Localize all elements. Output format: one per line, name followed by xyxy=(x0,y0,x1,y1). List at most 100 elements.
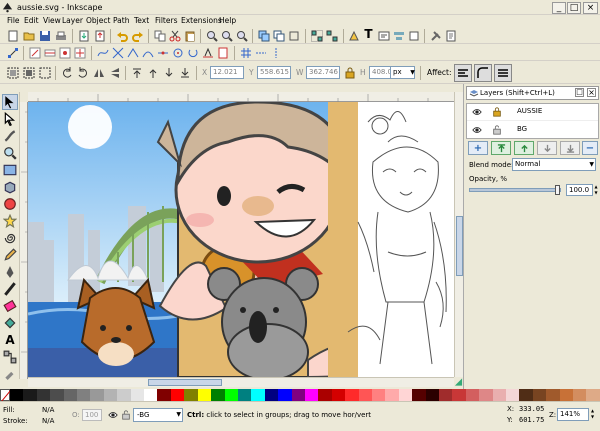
menu-object[interactable]: Object xyxy=(86,15,110,27)
cut-icon[interactable] xyxy=(168,29,181,42)
clone-icon[interactable] xyxy=(272,29,285,42)
layer-name[interactable]: AUSSIE xyxy=(517,107,542,115)
no-paint-swatch[interactable] xyxy=(0,389,12,403)
color-swatch[interactable] xyxy=(211,389,225,401)
align-distribute-icon[interactable] xyxy=(392,29,405,42)
color-swatch[interactable] xyxy=(237,389,252,401)
color-swatch[interactable] xyxy=(331,389,346,401)
snap-grid-icon[interactable] xyxy=(239,46,252,59)
color-swatch[interactable] xyxy=(546,389,560,401)
node-tool-icon[interactable] xyxy=(2,111,18,127)
color-swatch[interactable] xyxy=(23,389,37,401)
ungroup-icon[interactable] xyxy=(325,29,338,42)
lower-icon[interactable] xyxy=(162,66,175,79)
color-swatch[interactable] xyxy=(184,389,198,401)
color-swatch[interactable] xyxy=(425,389,439,401)
node-edit-icon[interactable] xyxy=(6,46,19,59)
color-swatch[interactable] xyxy=(90,389,104,401)
add-layer-button[interactable]: + xyxy=(468,141,488,155)
color-swatch[interactable] xyxy=(77,389,91,401)
blend-mode-select[interactable]: Normal ▼ xyxy=(512,158,596,171)
opacity-slider-thumb[interactable] xyxy=(555,185,560,195)
layer-name[interactable]: BG xyxy=(517,125,527,133)
snap-intersection-icon[interactable] xyxy=(111,46,124,59)
color-swatch[interactable] xyxy=(452,389,466,401)
lock-ratio-icon[interactable] xyxy=(343,66,356,79)
color-swatch[interactable] xyxy=(224,389,238,401)
close-dialog-button[interactable]: × xyxy=(587,88,596,97)
color-swatch[interactable] xyxy=(532,389,547,401)
ellipse-tool-icon[interactable] xyxy=(2,196,18,212)
fill-value[interactable]: N/A xyxy=(42,406,54,414)
color-swatch[interactable] xyxy=(10,389,24,401)
menu-view[interactable]: View xyxy=(43,15,61,27)
preferences-icon[interactable] xyxy=(429,29,442,42)
copy-icon[interactable] xyxy=(153,29,166,42)
menu-path[interactable]: Path xyxy=(113,15,129,27)
snap-text-baseline-icon[interactable] xyxy=(201,46,214,59)
new-document-icon[interactable] xyxy=(6,29,19,42)
rectangle-tool-icon[interactable] xyxy=(2,162,18,178)
selector-tool-icon[interactable] xyxy=(2,94,18,110)
zoom-field[interactable]: 141% xyxy=(557,408,589,421)
color-swatch[interactable] xyxy=(559,389,574,401)
color-swatch[interactable] xyxy=(157,389,171,401)
vertical-scroll-thumb[interactable] xyxy=(456,216,463,276)
color-swatch[interactable] xyxy=(197,389,212,401)
rotate-cw-icon[interactable] xyxy=(76,66,89,79)
paste-icon[interactable] xyxy=(183,29,196,42)
maximize-button[interactable]: □ xyxy=(567,2,581,14)
lower-to-bottom-icon[interactable] xyxy=(178,66,191,79)
layer-lock-icon[interactable] xyxy=(121,410,131,420)
visibility-eye-icon[interactable] xyxy=(472,107,482,117)
redo-icon[interactable] xyxy=(131,29,144,42)
snap-bbox-icon[interactable] xyxy=(43,46,56,59)
eraser-tool-icon[interactable] xyxy=(2,298,18,314)
raise-layer-button[interactable] xyxy=(514,141,534,155)
opacity-field[interactable]: 100.0 xyxy=(566,184,593,196)
snap-midpoint-icon[interactable] xyxy=(156,46,169,59)
snap-path-icon[interactable] xyxy=(96,46,109,59)
snap-cusp-icon[interactable] xyxy=(126,46,139,59)
color-swatch[interactable] xyxy=(278,389,292,401)
color-swatch[interactable] xyxy=(398,389,413,401)
raise-to-top-icon[interactable] xyxy=(130,66,143,79)
raise-layer-to-top-button[interactable] xyxy=(491,141,511,155)
spiral-tool-icon[interactable] xyxy=(2,230,18,246)
color-swatch[interactable] xyxy=(318,389,332,401)
pencil-tool-icon[interactable] xyxy=(2,247,18,263)
flip-horizontal-icon[interactable] xyxy=(92,66,105,79)
color-swatch[interactable] xyxy=(439,389,453,401)
paint-bucket-tool-icon[interactable] xyxy=(2,315,18,331)
color-swatch[interactable] xyxy=(291,389,305,401)
remove-layer-button[interactable]: − xyxy=(582,141,598,155)
stroke-value[interactable]: N/A xyxy=(42,417,54,425)
dropper-tool-icon[interactable] xyxy=(2,365,18,381)
color-swatch[interactable] xyxy=(506,389,520,401)
zoom-selection-icon[interactable] xyxy=(205,29,218,42)
color-swatch[interactable] xyxy=(130,389,145,401)
opacity-spinner-icon[interactable]: ▲ ▼ xyxy=(593,184,599,196)
color-swatch[interactable] xyxy=(371,389,386,401)
3d-box-tool-icon[interactable] xyxy=(2,179,18,195)
affect-rounded-corners-button[interactable] xyxy=(474,64,492,82)
text-font-icon[interactable]: T xyxy=(362,28,375,41)
menu-filters[interactable]: Filters xyxy=(155,15,177,27)
vertical-ruler[interactable] xyxy=(20,102,28,379)
color-swatch[interactable] xyxy=(358,389,372,401)
unlock-icon[interactable] xyxy=(492,125,502,135)
layer-row[interactable]: AUSSIE xyxy=(467,104,598,121)
menu-layer[interactable]: Layer xyxy=(62,15,83,27)
tweak-tool-icon[interactable] xyxy=(2,128,18,144)
color-swatch[interactable] xyxy=(385,389,399,401)
snap-nodes-icon[interactable] xyxy=(58,46,71,59)
snap-toggle-icon[interactable] xyxy=(28,46,41,59)
menu-edit[interactable]: Edit xyxy=(24,15,39,27)
y-field[interactable]: 558.615 xyxy=(257,66,291,79)
deselect-icon[interactable] xyxy=(38,66,51,79)
zoom-tool-icon[interactable] xyxy=(2,145,18,161)
lower-layer-button[interactable] xyxy=(537,141,557,155)
snap-rotation-icon[interactable] xyxy=(186,46,199,59)
horizontal-scrollbar[interactable] xyxy=(28,377,462,387)
snap-page-border-icon[interactable] xyxy=(216,46,229,59)
